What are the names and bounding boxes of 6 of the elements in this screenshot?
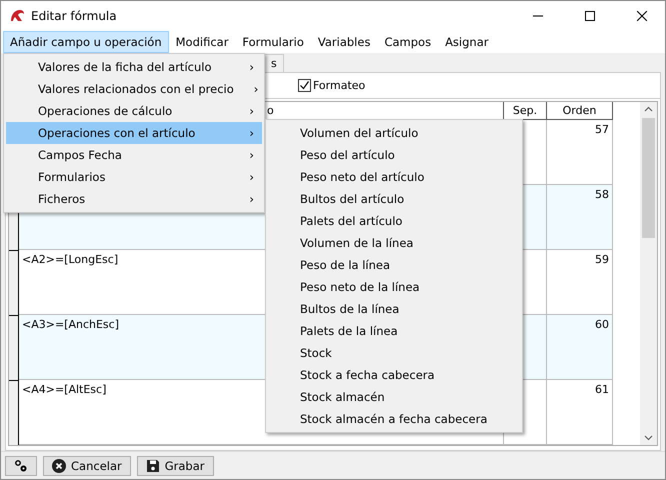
order-cell: 61	[547, 380, 613, 446]
window-title: Editar fórmula	[31, 9, 118, 23]
order-cell: 60	[547, 315, 613, 380]
order-cell: 57	[547, 120, 613, 186]
order-cell: 58	[547, 185, 613, 250]
order-cell: 59	[547, 250, 613, 316]
